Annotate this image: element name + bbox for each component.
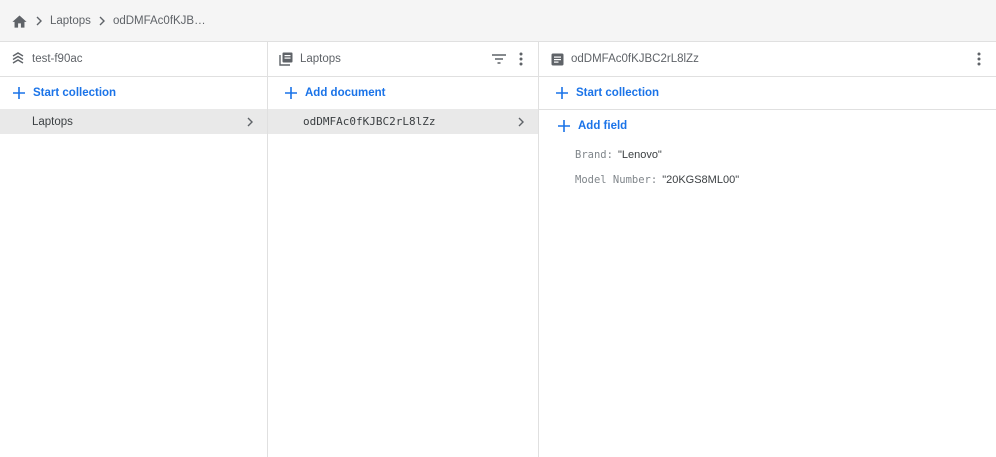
add-field-label: Add field [578, 120, 628, 132]
plus-icon [557, 119, 571, 133]
field-value: "20KGS8ML00" [662, 173, 740, 186]
start-collection-button[interactable]: Start collection [0, 77, 267, 109]
document-panel-title: odDMFAc0fKJBC2rL8lZz [571, 53, 699, 65]
add-field-button[interactable]: Add field [539, 110, 996, 142]
field-key: Model Number: [575, 173, 658, 186]
root-panel-header: test-f90ac [0, 42, 267, 77]
plus-icon [555, 86, 569, 100]
breadcrumb: Laptops odDMFAc0fKJB… [0, 0, 996, 42]
collection-item-label: Laptops [32, 115, 73, 128]
start-collection-label: Start collection [33, 87, 117, 99]
field-value: "Lenovo" [617, 148, 662, 161]
chevron-right-icon [514, 115, 528, 129]
chevron-right-icon [28, 12, 50, 30]
field-row-model-number[interactable]: Model Number: "20KGS8ML00" [539, 167, 996, 192]
field-row-brand[interactable]: Brand: "Lenovo" [539, 142, 996, 167]
breadcrumb-item-document[interactable]: odDMFAc0fKJB… [113, 15, 206, 27]
document-panel: odDMFAc0fKJBC2rL8lZz Start collection Ad… [539, 42, 996, 457]
root-panel-title: test-f90ac [32, 53, 83, 65]
document-item-label: odDMFAc0fKJBC2rL8lZz [303, 115, 436, 128]
collection-panel-title: Laptops [300, 53, 341, 65]
more-vert-icon[interactable] [512, 50, 530, 68]
collection-item-laptops[interactable]: Laptops [0, 109, 267, 134]
breadcrumb-item-laptops[interactable]: Laptops [50, 15, 91, 27]
chevron-right-icon [91, 12, 113, 30]
home-icon[interactable] [10, 12, 28, 30]
collection-panel: Laptops Add document odDMFAc0fKJBC2rL8lZ… [268, 42, 539, 457]
add-document-button[interactable]: Add document [268, 77, 538, 109]
collection-icon [278, 51, 294, 67]
document-item[interactable]: odDMFAc0fKJBC2rL8lZz [268, 109, 538, 134]
document-icon [549, 51, 565, 67]
database-icon [10, 51, 26, 67]
add-document-label: Add document [305, 87, 386, 99]
chevron-right-icon [243, 115, 257, 129]
field-key: Brand: [575, 148, 613, 161]
plus-icon [284, 86, 298, 100]
collection-panel-header: Laptops [268, 42, 538, 77]
document-panel-header: odDMFAc0fKJBC2rL8lZz [539, 42, 996, 77]
root-panel: test-f90ac Start collection Laptops [0, 42, 268, 457]
start-collection-label: Start collection [576, 87, 660, 99]
more-vert-icon[interactable] [970, 50, 988, 68]
start-collection-button[interactable]: Start collection [539, 77, 996, 109]
plus-icon [12, 86, 26, 100]
filter-icon[interactable] [490, 50, 508, 68]
